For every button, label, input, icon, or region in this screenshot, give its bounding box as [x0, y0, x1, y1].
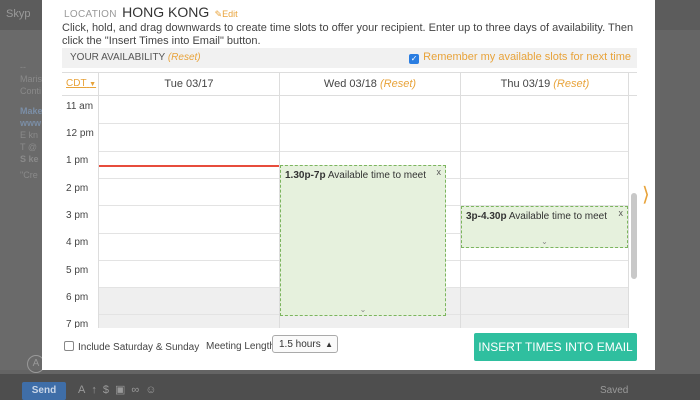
modal-footer: Include Saturday & Sunday Meeting Length…	[62, 332, 642, 366]
close-icon[interactable]: x	[437, 167, 442, 177]
pencil-icon: ✎	[214, 9, 223, 19]
resize-handle-icon[interactable]: ⌄	[541, 237, 548, 246]
background-line: --	[20, 62, 26, 72]
availability-bar: YOUR AVAILABILITY (Reset) ✓ Remember my a…	[62, 48, 637, 68]
background-tool-icons: A↑$▣∞☺	[78, 383, 162, 396]
hour-label: 2 pm	[66, 183, 89, 194]
insert-times-button[interactable]: INSERT TIMES INTO EMAIL	[474, 333, 637, 361]
remember-label: Remember my available slots for next tim…	[423, 51, 631, 63]
slot-time: 1.30p-7p	[285, 170, 326, 181]
calendar-header: CDT ▼ Tue 03/17 Wed 03/18 (Reset) Thu 03…	[62, 73, 637, 96]
reset-all-link[interactable]: (Reset)	[168, 52, 201, 63]
edit-label: Edit	[222, 9, 238, 19]
emoji-icon: ☺	[145, 384, 163, 396]
day-header-wed: Wed 03/18 (Reset)	[280, 78, 460, 90]
money-icon: $	[102, 384, 115, 396]
photo-icon: ▣	[114, 384, 132, 396]
day-header-tue: Tue 03/17	[99, 78, 279, 90]
availability-title: YOUR AVAILABILITY (Reset)	[70, 52, 201, 63]
reset-day-link[interactable]: (Reset)	[553, 78, 589, 90]
weekend-checkbox[interactable]	[64, 341, 74, 351]
background-line: Conti	[20, 86, 42, 96]
hour-label: 7 pm	[66, 319, 89, 328]
background-line: Maris	[20, 74, 42, 84]
slot-description: Available time to meet	[327, 170, 427, 181]
location-city: HONG KONG	[122, 4, 210, 20]
slot-time: 3p-4.30p	[466, 211, 507, 222]
current-time-line	[99, 165, 279, 167]
slot-description: Available time to meet	[508, 211, 608, 222]
timezone-selector[interactable]: CDT ▼	[66, 78, 96, 89]
reset-day-link[interactable]: (Reset)	[380, 78, 416, 90]
time-slot-thu[interactable]: 3p-4.30p Available time to meet x ⌄	[461, 206, 628, 248]
location-label: LOCATION	[64, 9, 117, 20]
slot-text: 3p-4.30p Available time to meet	[466, 211, 607, 222]
day-label: Tue 03/17	[164, 78, 214, 90]
close-icon[interactable]: x	[619, 208, 624, 218]
hour-line	[98, 151, 628, 152]
resize-handle-icon[interactable]: ⌄	[360, 305, 367, 314]
next-days-chevron-icon[interactable]: ⟩	[642, 182, 650, 207]
background-send-button: Send	[22, 382, 66, 400]
hour-label: 4 pm	[66, 237, 89, 248]
instructions-text: Click, hold, and drag downwards to creat…	[62, 22, 634, 47]
location-row: LOCATION HONG KONG ✎Edit	[64, 4, 238, 20]
availability-title-text: YOUR AVAILABILITY	[70, 52, 166, 63]
calendar-scrollbar[interactable]	[631, 193, 637, 279]
background-compose-toolbar: Send A↑$▣∞☺ Saved	[0, 374, 700, 400]
day-header-thu: Thu 03/19 (Reset)	[461, 78, 629, 90]
column-line	[98, 73, 99, 328]
select-arrows-icon: ▲	[325, 340, 333, 349]
hour-line	[98, 123, 628, 124]
background-line: www	[20, 118, 42, 128]
background-line: E kn	[20, 130, 39, 140]
remember-slots-option[interactable]: ✓ Remember my available slots for next ti…	[409, 51, 631, 64]
meeting-length-select[interactable]: 1.5 hours ▲	[272, 335, 338, 353]
hour-label: 12 pm	[66, 128, 94, 139]
background-right-panel	[655, 30, 700, 370]
attach-icon: ↑	[91, 384, 103, 396]
background-line: Make	[20, 106, 43, 116]
background-tab: Skyp	[6, 8, 31, 20]
weekend-label: Include Saturday & Sunday	[78, 342, 200, 353]
background-email-body: -- Maris Conti Make www E kn T @ S ke "C…	[0, 30, 43, 370]
hour-label: 1 pm	[66, 155, 89, 166]
meeting-length-value: 1.5 hours	[279, 339, 321, 350]
hour-label: 3 pm	[66, 210, 89, 221]
weekend-option[interactable]: Include Saturday & Sunday	[64, 341, 199, 353]
edit-location-link[interactable]: ✎Edit	[215, 9, 238, 19]
background-line: "Cre	[20, 170, 38, 180]
day-label: Wed 03/18	[323, 78, 377, 90]
time-slot-wed[interactable]: 1.30p-7p Available time to meet x ⌄	[280, 165, 446, 316]
hour-label: 11 am	[66, 101, 94, 112]
link-icon: ∞	[131, 384, 146, 396]
remember-checkbox[interactable]: ✓	[409, 54, 420, 64]
background-line: S ke	[20, 154, 39, 164]
chevron-down-icon: ▼	[89, 81, 97, 88]
availability-modal: LOCATION HONG KONG ✎Edit Click, hold, an…	[42, 0, 655, 370]
background-line: T @	[20, 142, 37, 152]
meeting-length-label: Meeting Length:	[206, 341, 278, 352]
hour-label: 6 pm	[66, 292, 89, 303]
day-label: Thu 03/19	[500, 78, 551, 90]
column-line	[460, 73, 461, 328]
hour-label: 5 pm	[66, 265, 89, 276]
timezone-label: CDT	[66, 78, 87, 89]
slot-text: 1.30p-7p Available time to meet	[285, 170, 426, 181]
background-saved-status: Saved	[600, 385, 629, 396]
calendar-grid[interactable]: CDT ▼ Tue 03/17 Wed 03/18 (Reset) Thu 03…	[62, 72, 637, 328]
column-line	[628, 73, 629, 328]
format-icon: A	[78, 384, 92, 396]
